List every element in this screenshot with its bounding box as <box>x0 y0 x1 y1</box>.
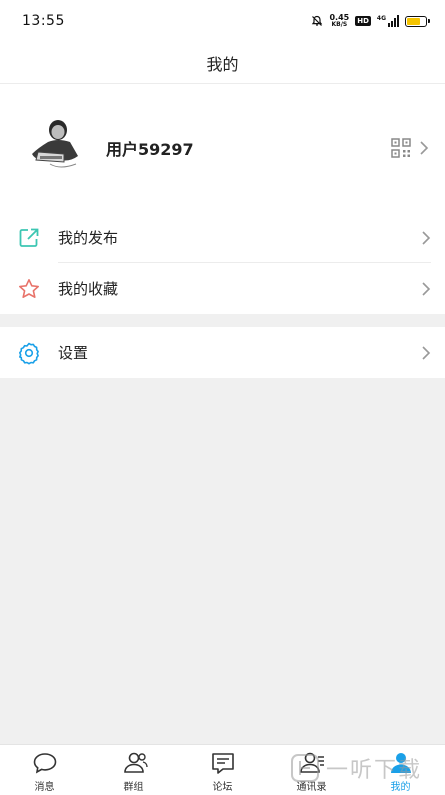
contacts-icon <box>298 751 326 775</box>
forum-icon <box>209 751 237 775</box>
avatar[interactable] <box>20 112 92 184</box>
tab-profile[interactable]: 我的 <box>356 748 445 793</box>
chevron-right-icon <box>422 230 431 245</box>
page-title: 我的 <box>206 54 239 74</box>
battery-icon <box>405 15 430 27</box>
menu-label-settings: 设置 <box>58 344 89 362</box>
status-bar: 13:55 0.45 KB/S HD 4G <box>0 0 445 42</box>
tab-label: 论坛 <box>212 781 233 793</box>
menu-group-settings: 设置 <box>0 327 445 378</box>
qrcode-button[interactable] <box>391 138 429 158</box>
bottom-tab-bar: 消息 群组 论坛 通讯录 我的 <box>0 744 445 795</box>
tab-groups[interactable]: 群组 <box>89 748 178 793</box>
profile-icon <box>387 751 415 775</box>
gear-icon <box>17 341 41 365</box>
title-bar: 我的 <box>0 42 445 84</box>
chat-bubble-icon <box>32 751 58 775</box>
bell-muted-icon <box>312 15 323 26</box>
user-photo-icon <box>20 112 92 184</box>
status-icons: 0.45 KB/S HD 4G <box>311 13 430 29</box>
qrcode-icon <box>391 138 411 158</box>
tab-label: 通讯录 <box>296 781 327 793</box>
hd-badge: HD <box>355 16 371 26</box>
tab-forum[interactable]: 论坛 <box>178 748 267 793</box>
tab-label: 消息 <box>34 781 55 793</box>
group-icon <box>120 751 148 775</box>
chevron-right-icon <box>420 141 429 155</box>
status-time: 13:55 <box>22 13 65 29</box>
chevron-right-icon <box>422 281 431 296</box>
tab-messages[interactable]: 消息 <box>0 748 89 793</box>
star-icon <box>17 277 41 301</box>
net-speed: 0.45 KB/S <box>329 13 350 29</box>
signal-icon: 4G <box>377 15 399 27</box>
chevron-right-icon <box>422 345 431 360</box>
battery-fill <box>407 17 420 25</box>
menu-item-settings[interactable]: 设置 <box>0 327 445 378</box>
username: 用户59297 <box>106 140 194 159</box>
menu-label-publish: 我的发布 <box>58 229 119 247</box>
menu-item-favorites[interactable]: 我的收藏 <box>0 263 445 314</box>
tab-label: 群组 <box>123 781 144 793</box>
profile-card[interactable]: 用户59297 <box>0 84 445 212</box>
tab-label: 我的 <box>390 781 411 793</box>
menu-item-publish[interactable]: 我的发布 <box>0 212 445 263</box>
menu-group-content: 我的发布 我的收藏 <box>0 212 445 314</box>
net-speed-value: 0.45 <box>329 13 350 22</box>
share-out-icon <box>17 226 41 250</box>
tab-contacts[interactable]: 通讯录 <box>267 748 356 793</box>
network-label: 4G <box>376 15 386 22</box>
menu-label-favorites: 我的收藏 <box>58 280 119 298</box>
net-speed-unit: KB/S <box>331 21 348 28</box>
